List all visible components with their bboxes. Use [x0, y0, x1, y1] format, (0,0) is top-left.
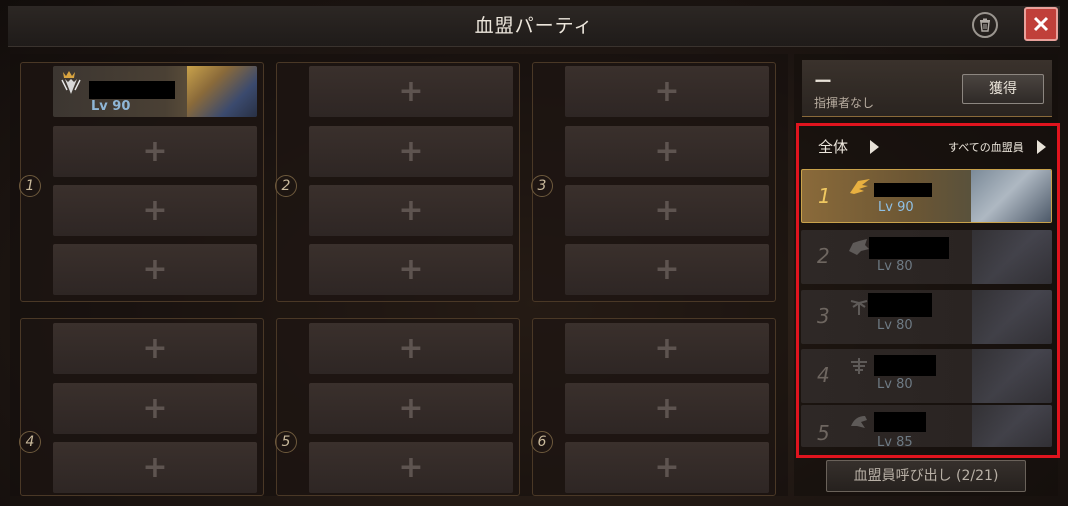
commander-status: 指揮者なし: [814, 96, 875, 110]
party-number: 6: [531, 431, 553, 453]
window-title: 血盟パーティ: [474, 15, 594, 37]
highlight-box: [796, 123, 1060, 458]
party-slot-empty[interactable]: +: [309, 244, 513, 295]
title-bar: 血盟パーティ: [8, 6, 1060, 47]
commander-value: ー: [814, 72, 832, 93]
party-slot-empty[interactable]: +: [53, 442, 257, 493]
player-name-redacted: [89, 81, 175, 99]
trash-button[interactable]: [972, 12, 998, 38]
party-slot-empty[interactable]: +: [565, 244, 769, 295]
party-number: 3: [531, 175, 553, 197]
party-slot-empty[interactable]: +: [565, 66, 769, 117]
party-slot-empty[interactable]: +: [309, 383, 513, 434]
party-6: 6 + + +: [531, 318, 776, 496]
party-slot-empty[interactable]: +: [565, 185, 769, 236]
trash-icon: [980, 18, 990, 32]
party-slot-empty[interactable]: +: [309, 126, 513, 177]
party-slot-empty[interactable]: +: [309, 323, 513, 374]
character-portrait: [187, 66, 257, 117]
party-5: 5 + + +: [275, 318, 520, 496]
party-slot-empty[interactable]: +: [53, 126, 257, 177]
close-icon: [1033, 16, 1049, 32]
party-slot-empty[interactable]: +: [565, 126, 769, 177]
party-slot-empty[interactable]: +: [309, 66, 513, 117]
party-slot-empty[interactable]: +: [565, 323, 769, 374]
party-1: 1 Lv 90 + + +: [19, 62, 264, 302]
party-number: 2: [275, 175, 297, 197]
party-slot-empty[interactable]: +: [309, 442, 513, 493]
party-number: 1: [19, 175, 41, 197]
party-slot-empty[interactable]: +: [309, 185, 513, 236]
party-slot-empty[interactable]: +: [53, 323, 257, 374]
close-button[interactable]: [1024, 7, 1058, 41]
crown-emblem-icon: [59, 70, 83, 96]
acquire-button[interactable]: 獲得: [962, 74, 1044, 104]
party-4: 4 + + +: [19, 318, 264, 496]
party-2: 2 + + + +: [275, 62, 520, 302]
player-level: Lv 90: [91, 99, 131, 114]
party-slot-empty[interactable]: +: [565, 442, 769, 493]
party-slot-filled[interactable]: Lv 90: [53, 66, 257, 117]
party-number: 5: [275, 431, 297, 453]
party-slot-empty[interactable]: +: [53, 185, 257, 236]
party-number: 4: [19, 431, 41, 453]
party-3: 3 + + + +: [531, 62, 776, 302]
party-slot-empty[interactable]: +: [53, 383, 257, 434]
summon-members-button[interactable]: 血盟員呼び出し (2/21): [826, 460, 1026, 492]
party-slot-empty[interactable]: +: [53, 244, 257, 295]
party-slot-empty[interactable]: +: [565, 383, 769, 434]
